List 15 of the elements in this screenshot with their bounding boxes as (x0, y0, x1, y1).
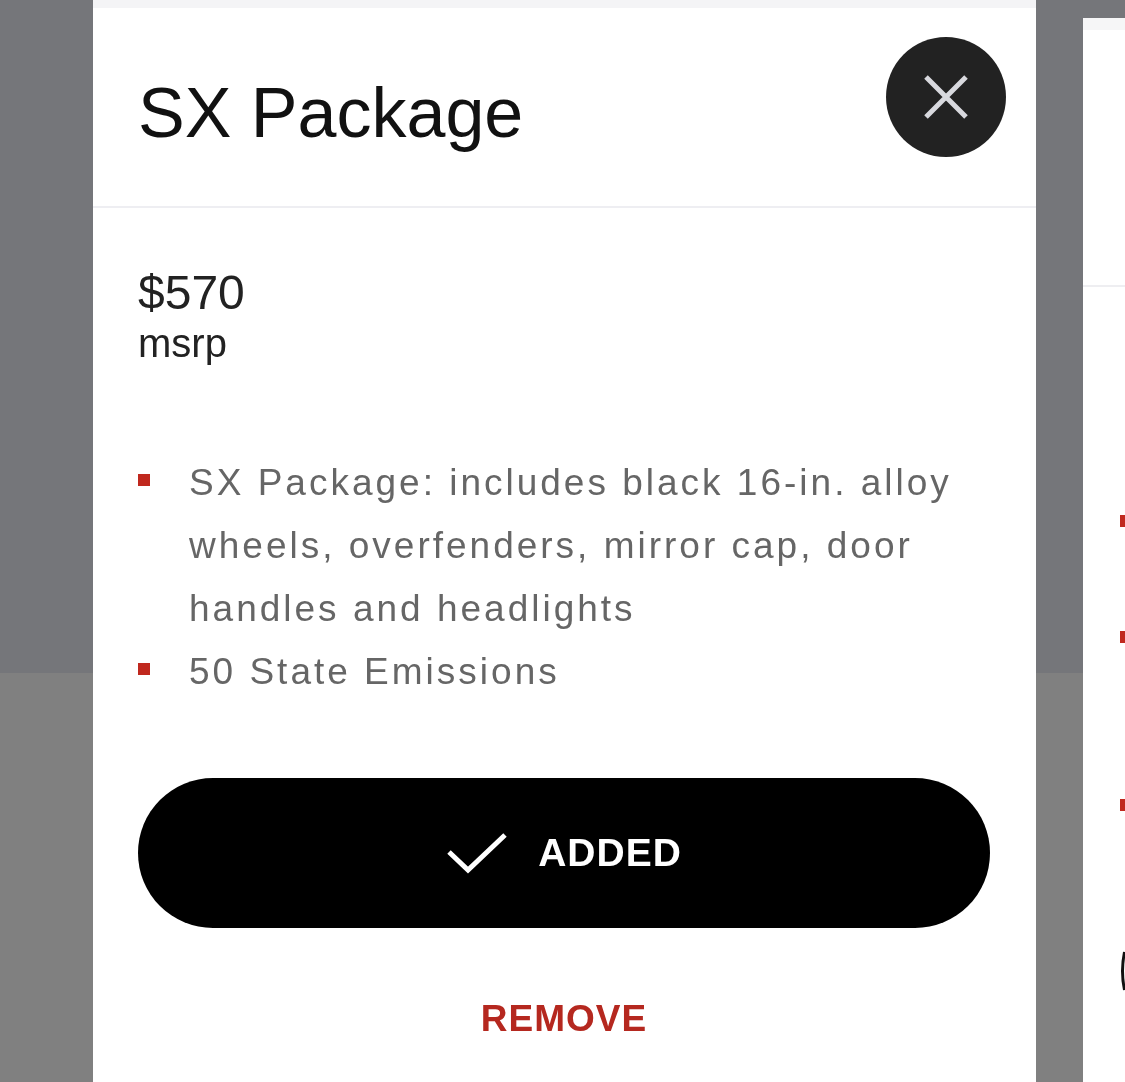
close-icon (924, 75, 968, 119)
bullet-icon (138, 663, 150, 675)
ring-icon (1120, 951, 1125, 991)
remove-button[interactable]: REMOVE (480, 995, 648, 1043)
bullet-icon (1120, 515, 1125, 527)
modal-title: SX Package (138, 73, 524, 153)
bullet-icon (1120, 631, 1125, 643)
feature-text: 50 State Emissions (189, 650, 560, 694)
bullet-icon (138, 474, 150, 486)
price-text: $570 (138, 265, 245, 321)
bullet-icon (1120, 799, 1125, 811)
checkmark-icon (446, 832, 509, 874)
feature-text: SX Package: includes black 16-in. alloy wheels, overfenders, mirror cap, door handles and headlights (189, 461, 953, 631)
price-label: msrp (138, 321, 227, 365)
added-button[interactable]: ADDED (138, 778, 990, 928)
